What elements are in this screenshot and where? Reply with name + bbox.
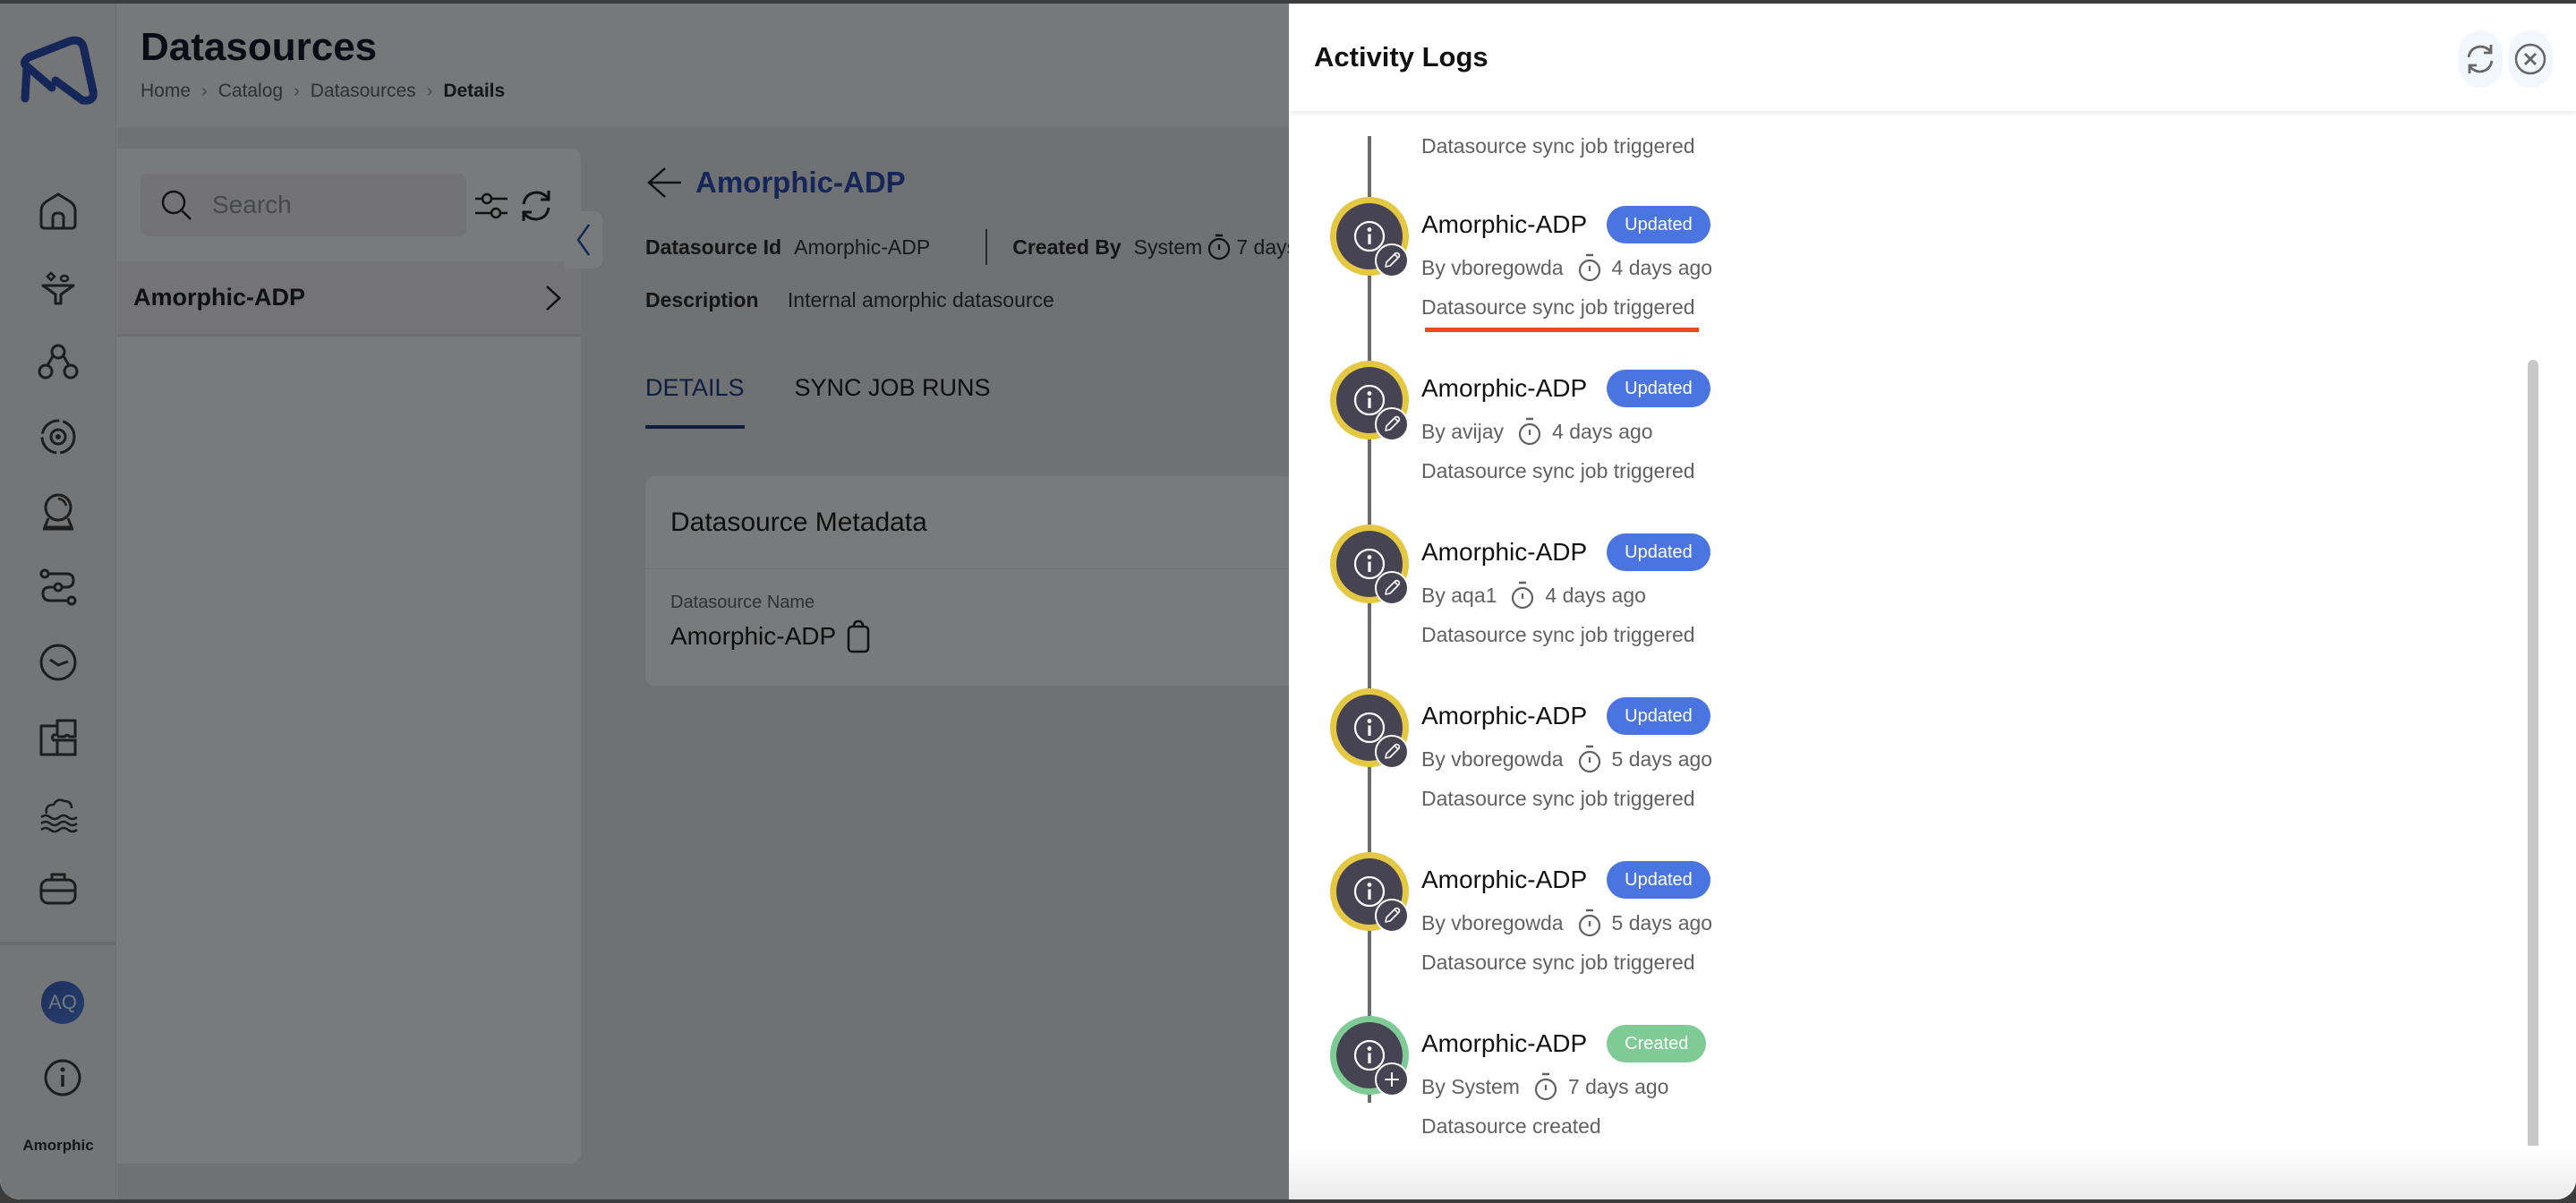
stopwatch-icon <box>1518 417 1541 446</box>
stopwatch-icon <box>1578 909 1600 937</box>
close-icon <box>2514 43 2546 75</box>
entry-author: By vboregowda <box>1421 747 1564 771</box>
pencil-icon <box>1385 579 1401 595</box>
entry-title: Amorphic-ADP <box>1421 538 1588 566</box>
entry-author: By aqa1 <box>1421 583 1497 607</box>
created-badge-icon <box>1375 1062 1409 1096</box>
entry-time: 5 days ago <box>1611 910 1713 934</box>
edit-badge-icon <box>1375 571 1409 605</box>
drawer-title: Activity Logs <box>1314 41 1488 73</box>
stopwatch-icon <box>1512 581 1534 610</box>
entry-author: By vboregowda <box>1421 910 1564 934</box>
activity-log-entry: Amorphic-ADP Updated By aqa1 4 days ago … <box>1289 525 2452 659</box>
activity-logs-drawer: Activity Logs Datasource sync job trigge… <box>1289 4 2576 1199</box>
entry-title: Amorphic-ADP <box>1421 1029 1588 1057</box>
refresh-icon <box>2467 45 2494 73</box>
stopwatch-icon <box>1578 253 1600 282</box>
activity-log-entry: Amorphic-ADP Updated By vboregowda 5 day… <box>1289 852 2452 986</box>
status-badge: Updated <box>1607 533 1710 571</box>
pencil-icon <box>1385 907 1401 923</box>
entry-time: 4 days ago <box>1545 583 1646 607</box>
edit-badge-icon <box>1375 735 1409 769</box>
activity-log-entry: Amorphic-ADP Updated By vboregowda 4 day… <box>1289 197 2452 332</box>
drawer-header: Activity Logs <box>1289 4 2576 111</box>
stopwatch-icon <box>1578 745 1600 773</box>
activity-log-entry: Amorphic-ADP Created By System 7 days ag… <box>1289 1016 2452 1150</box>
activity-log-entry: Amorphic-ADP Updated By avijay 4 days ag… <box>1289 361 2452 495</box>
entry-time: 4 days ago <box>1552 419 1653 443</box>
entry-author: By System <box>1421 1074 1520 1098</box>
entry-title: Amorphic-ADP <box>1421 866 1588 893</box>
previous-entry-description: Datasource sync job triggered <box>1421 134 1695 158</box>
status-badge: Updated <box>1607 861 1710 899</box>
status-badge: Created <box>1607 1025 1707 1062</box>
pencil-icon <box>1385 252 1401 268</box>
activity-log-entry: Amorphic-ADP Updated By vboregowda 5 day… <box>1289 688 2452 823</box>
status-badge: Updated <box>1607 370 1710 407</box>
close-drawer-button[interactable] <box>2508 30 2553 88</box>
status-badge: Updated <box>1607 206 1710 243</box>
status-badge: Updated <box>1607 697 1710 735</box>
entry-title: Amorphic-ADP <box>1421 210 1588 238</box>
entry-description: Datasource created <box>1421 1114 1601 1138</box>
entry-title: Amorphic-ADP <box>1421 374 1588 402</box>
pencil-icon <box>1385 743 1401 759</box>
entry-description: Datasource sync job triggered <box>1421 951 1695 974</box>
drawer-scrollbar[interactable] <box>2528 360 2538 1178</box>
entry-author: By vboregowda <box>1421 255 1564 279</box>
stopwatch-icon <box>1534 1072 1557 1101</box>
activity-timeline: Datasource sync job triggered Amorphic-A… <box>1289 111 2542 1199</box>
entry-description: Datasource sync job triggered <box>1421 459 1695 482</box>
pencil-icon <box>1385 415 1401 431</box>
highlight-underline <box>1425 328 1699 332</box>
entry-author: By avijay <box>1421 419 1505 443</box>
edit-badge-icon <box>1375 899 1409 933</box>
modal-backdrop[interactable] <box>0 4 1289 1199</box>
plus-icon <box>1385 1072 1399 1087</box>
entry-time: 4 days ago <box>1611 255 1713 279</box>
edit-badge-icon <box>1375 243 1409 277</box>
entry-description: Datasource sync job triggered <box>1421 295 1695 319</box>
entry-time: 7 days ago <box>1567 1074 1669 1098</box>
refresh-logs-button[interactable] <box>2458 30 2503 88</box>
entry-description: Datasource sync job triggered <box>1421 787 1695 810</box>
edit-badge-icon <box>1375 407 1409 441</box>
entry-description: Datasource sync job triggered <box>1421 623 1695 646</box>
entry-title: Amorphic-ADP <box>1421 702 1588 729</box>
entry-time: 5 days ago <box>1611 747 1713 771</box>
